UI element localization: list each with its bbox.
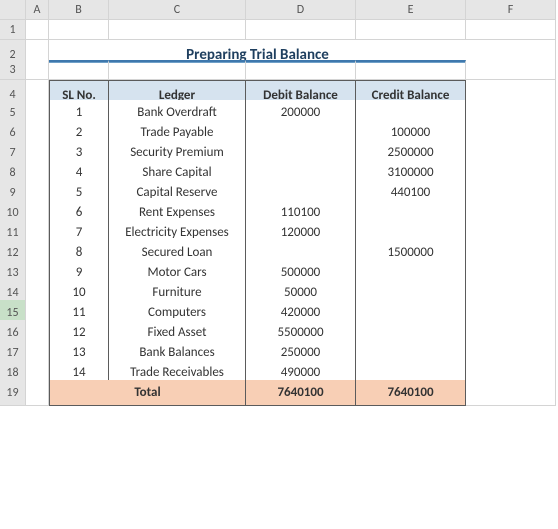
spreadsheet-grid[interactable]: ABCDEF12Preparing Trial Balance34SL No.L… xyxy=(0,0,558,400)
cell[interactable] xyxy=(26,60,49,80)
cell[interactable] xyxy=(109,60,246,80)
cell[interactable] xyxy=(49,60,109,80)
col-header-C[interactable]: C xyxy=(109,0,246,20)
col-header-D[interactable]: D xyxy=(246,0,356,20)
total-credit[interactable]: 7640100 xyxy=(356,380,466,406)
cell[interactable] xyxy=(49,20,109,40)
col-header-E[interactable]: E xyxy=(356,0,466,20)
row-header-19[interactable]: 19 xyxy=(0,380,26,406)
col-header-F[interactable]: F xyxy=(466,0,556,20)
col-header-A[interactable]: A xyxy=(26,0,49,20)
cell[interactable] xyxy=(26,20,49,40)
total-label[interactable]: Total xyxy=(49,380,246,406)
select-all-corner[interactable] xyxy=(0,0,26,20)
row-header-3[interactable]: 3 xyxy=(0,60,26,80)
cell[interactable] xyxy=(466,20,556,40)
cell[interactable] xyxy=(356,20,466,40)
cell[interactable] xyxy=(466,380,556,406)
cell[interactable] xyxy=(356,60,466,80)
cell[interactable] xyxy=(246,20,356,40)
cell[interactable] xyxy=(109,20,246,40)
col-header-B[interactable]: B xyxy=(49,0,109,20)
cell[interactable] xyxy=(246,60,356,80)
row-header-1[interactable]: 1 xyxy=(0,20,26,40)
cell[interactable] xyxy=(26,380,49,406)
cell[interactable] xyxy=(466,60,556,80)
total-debit[interactable]: 7640100 xyxy=(246,380,356,406)
